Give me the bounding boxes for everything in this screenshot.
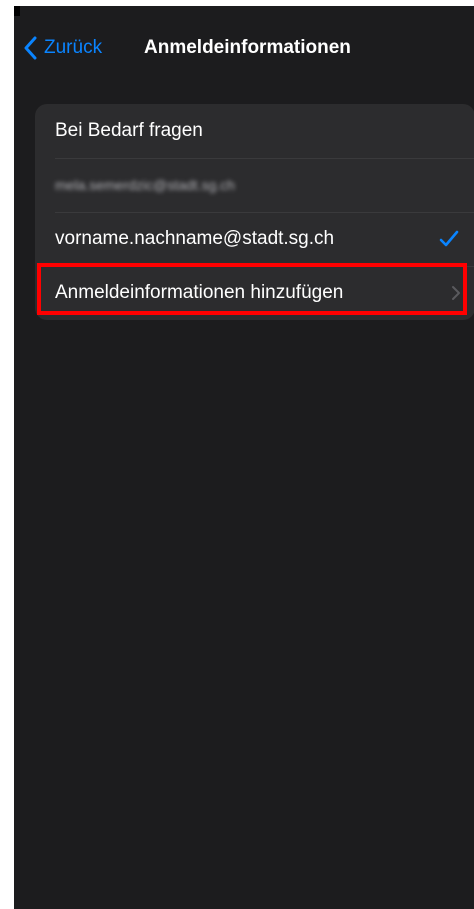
list-item-label: vorname.nachname@stadt.sg.ch	[55, 228, 335, 249]
back-button[interactable]: Zurück	[24, 26, 102, 70]
list-item-label: Anmeldeinformationen hinzufügen	[55, 282, 344, 303]
blurred-account-label: mela.semerdzic@stadt.sg.ch	[55, 177, 235, 193]
credentials-list: Bei Bedarf fragen mela.semerdzic@stadt.s…	[35, 104, 474, 320]
list-item-selected-account[interactable]: vorname.nachname@stadt.sg.ch	[35, 212, 474, 266]
add-credentials-button[interactable]: Anmeldeinformationen hinzufügen	[35, 266, 474, 320]
back-label: Zurück	[44, 37, 103, 58]
list-item-label: Bei Bedarf fragen	[55, 120, 203, 141]
list-item-account[interactable]: mela.semerdzic@stadt.sg.ch	[35, 158, 474, 212]
status-bar-edge	[14, 6, 20, 16]
checkmark-icon	[439, 230, 459, 253]
chevron-left-icon	[24, 36, 38, 60]
screen: Zurück Anmeldeinformationen Bei Bedarf f…	[14, 6, 474, 909]
chevron-right-icon	[451, 285, 461, 306]
page-title: Anmeldeinformationen	[144, 37, 351, 58]
list-item-ask-when-needed[interactable]: Bei Bedarf fragen	[35, 104, 474, 158]
navigation-bar: Zurück Anmeldeinformationen	[14, 26, 474, 70]
